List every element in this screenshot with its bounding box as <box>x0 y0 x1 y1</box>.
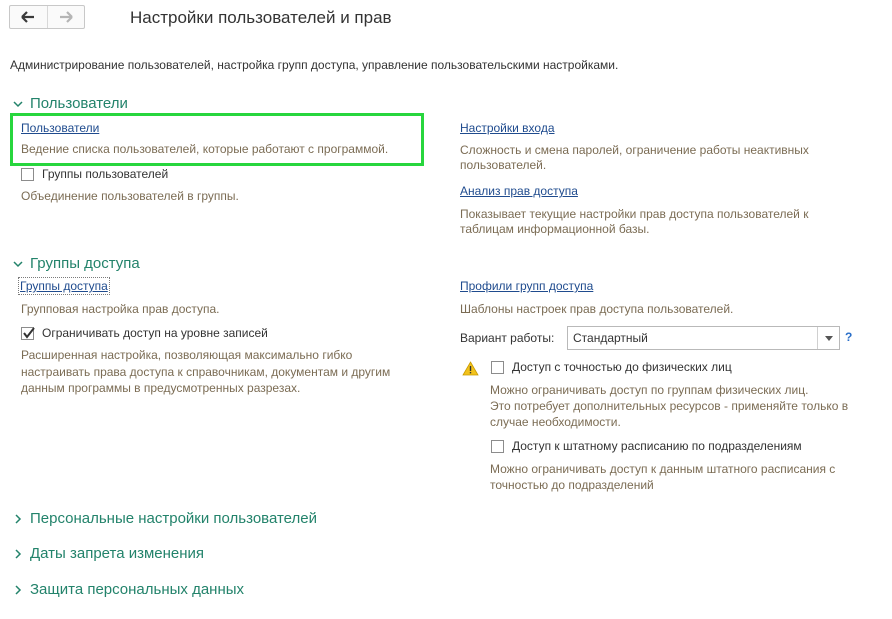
chevron-right-icon <box>15 548 22 559</box>
user-groups-option[interactable]: Группы пользователей <box>21 167 168 181</box>
access-analysis-hint-line1: Показывает текущие настройки прав доступ… <box>460 207 809 221</box>
group-change-prohibition-title: Даты запрета изменения <box>30 545 205 562</box>
page-title: Настройки пользователей и прав <box>130 8 392 27</box>
group-change-prohibition-header[interactable]: Даты запрета изменения <box>12 545 204 562</box>
individuals-label: Доступ с точностью до физических лиц <box>512 360 732 374</box>
user-groups-hint: Объединение пользователей в группы. <box>21 189 239 203</box>
group-personal-data-header[interactable]: Защита персональных данных <box>12 581 244 598</box>
individuals-hint-line3: случае необходимости. <box>490 415 621 429</box>
login-settings-hint-line1: Сложность и смена паролей, ограничение р… <box>460 143 809 157</box>
arrow-left-icon <box>21 11 35 23</box>
access-groups-hint: Групповая настройка прав доступа. <box>21 302 220 316</box>
forward-button[interactable] <box>46 6 85 28</box>
group-users-title: Пользователи <box>30 95 128 112</box>
access-profiles-link[interactable]: Профили групп доступа <box>460 279 593 293</box>
group-users-header[interactable]: Пользователи <box>12 95 128 112</box>
checkmark-icon <box>23 326 35 339</box>
staffing-option[interactable]: Доступ к штатному расписанию по подразде… <box>491 439 802 453</box>
access-analysis-hint-line2: таблицам информационной базы. <box>460 222 650 236</box>
page-subtitle: Администрирование пользователей, настрой… <box>10 58 619 72</box>
user-groups-checkbox[interactable] <box>21 167 34 181</box>
record-level-hint-line2: настраивать права доступа к справочникам… <box>21 365 391 379</box>
login-settings-hint-line2: пользователей. <box>460 158 547 172</box>
access-groups-link[interactable]: Группы доступа <box>18 277 110 295</box>
individuals-checkbox[interactable] <box>491 360 504 374</box>
staffing-label: Доступ к штатному расписанию по подразде… <box>512 439 802 453</box>
record-level-option[interactable]: Ограничивать доступ на уровне записей <box>21 326 268 340</box>
help-button[interactable]: ? <box>845 330 852 344</box>
chevron-right-icon <box>15 513 22 524</box>
record-level-hint-line1: Расширенная настройка, позволяющая макси… <box>21 348 353 362</box>
record-level-label: Ограничивать доступ на уровне записей <box>42 326 268 340</box>
navigation-buttons <box>9 5 85 29</box>
group-access-header[interactable]: Группы доступа <box>12 255 140 272</box>
users-link[interactable]: Пользователи <box>21 121 99 135</box>
record-level-checkbox[interactable] <box>21 326 35 340</box>
individuals-hint-line1: Можно ограничивать доступ по группам физ… <box>490 383 809 397</box>
staffing-hint-line2: точностью до подразделений <box>490 478 654 492</box>
record-level-hint-line3: данным программы в предусмотренных разре… <box>21 381 301 395</box>
group-personal-settings-title: Персональные настройки пользователей <box>30 510 317 527</box>
chevron-down-icon <box>13 260 23 267</box>
access-analysis-link[interactable]: Анализ прав доступа <box>460 184 578 198</box>
arrow-right-icon <box>59 11 73 23</box>
staffing-hint-line1: Можно ограничивать доступ к данным штатн… <box>490 462 836 476</box>
group-personal-settings-header[interactable]: Персональные настройки пользователей <box>12 510 317 527</box>
back-button[interactable] <box>10 6 47 28</box>
work-mode-select[interactable]: Стандартный <box>567 326 840 350</box>
work-mode-label: Вариант работы: <box>460 331 555 345</box>
individuals-hint-line2: Это потребует дополнительных ресурсов - … <box>490 399 849 413</box>
individuals-option[interactable]: Доступ с точностью до физических лиц <box>491 360 732 374</box>
chevron-down-icon <box>13 100 23 107</box>
user-groups-label: Группы пользователей <box>42 167 169 181</box>
login-settings-link[interactable]: Настройки входа <box>460 121 555 135</box>
group-access-title: Группы доступа <box>30 255 140 272</box>
access-profiles-hint: Шаблоны настроек прав доступа пользовате… <box>460 302 734 316</box>
group-personal-data-title: Защита персональных данных <box>30 581 245 598</box>
dropdown-button[interactable] <box>817 327 839 349</box>
chevron-down-icon <box>824 335 833 341</box>
users-hint: Ведение списка пользователей, которые ра… <box>21 142 389 156</box>
staffing-checkbox[interactable] <box>491 439 504 453</box>
warning-icon <box>462 361 479 379</box>
work-mode-value: Стандартный <box>573 331 648 345</box>
chevron-right-icon <box>15 584 22 595</box>
